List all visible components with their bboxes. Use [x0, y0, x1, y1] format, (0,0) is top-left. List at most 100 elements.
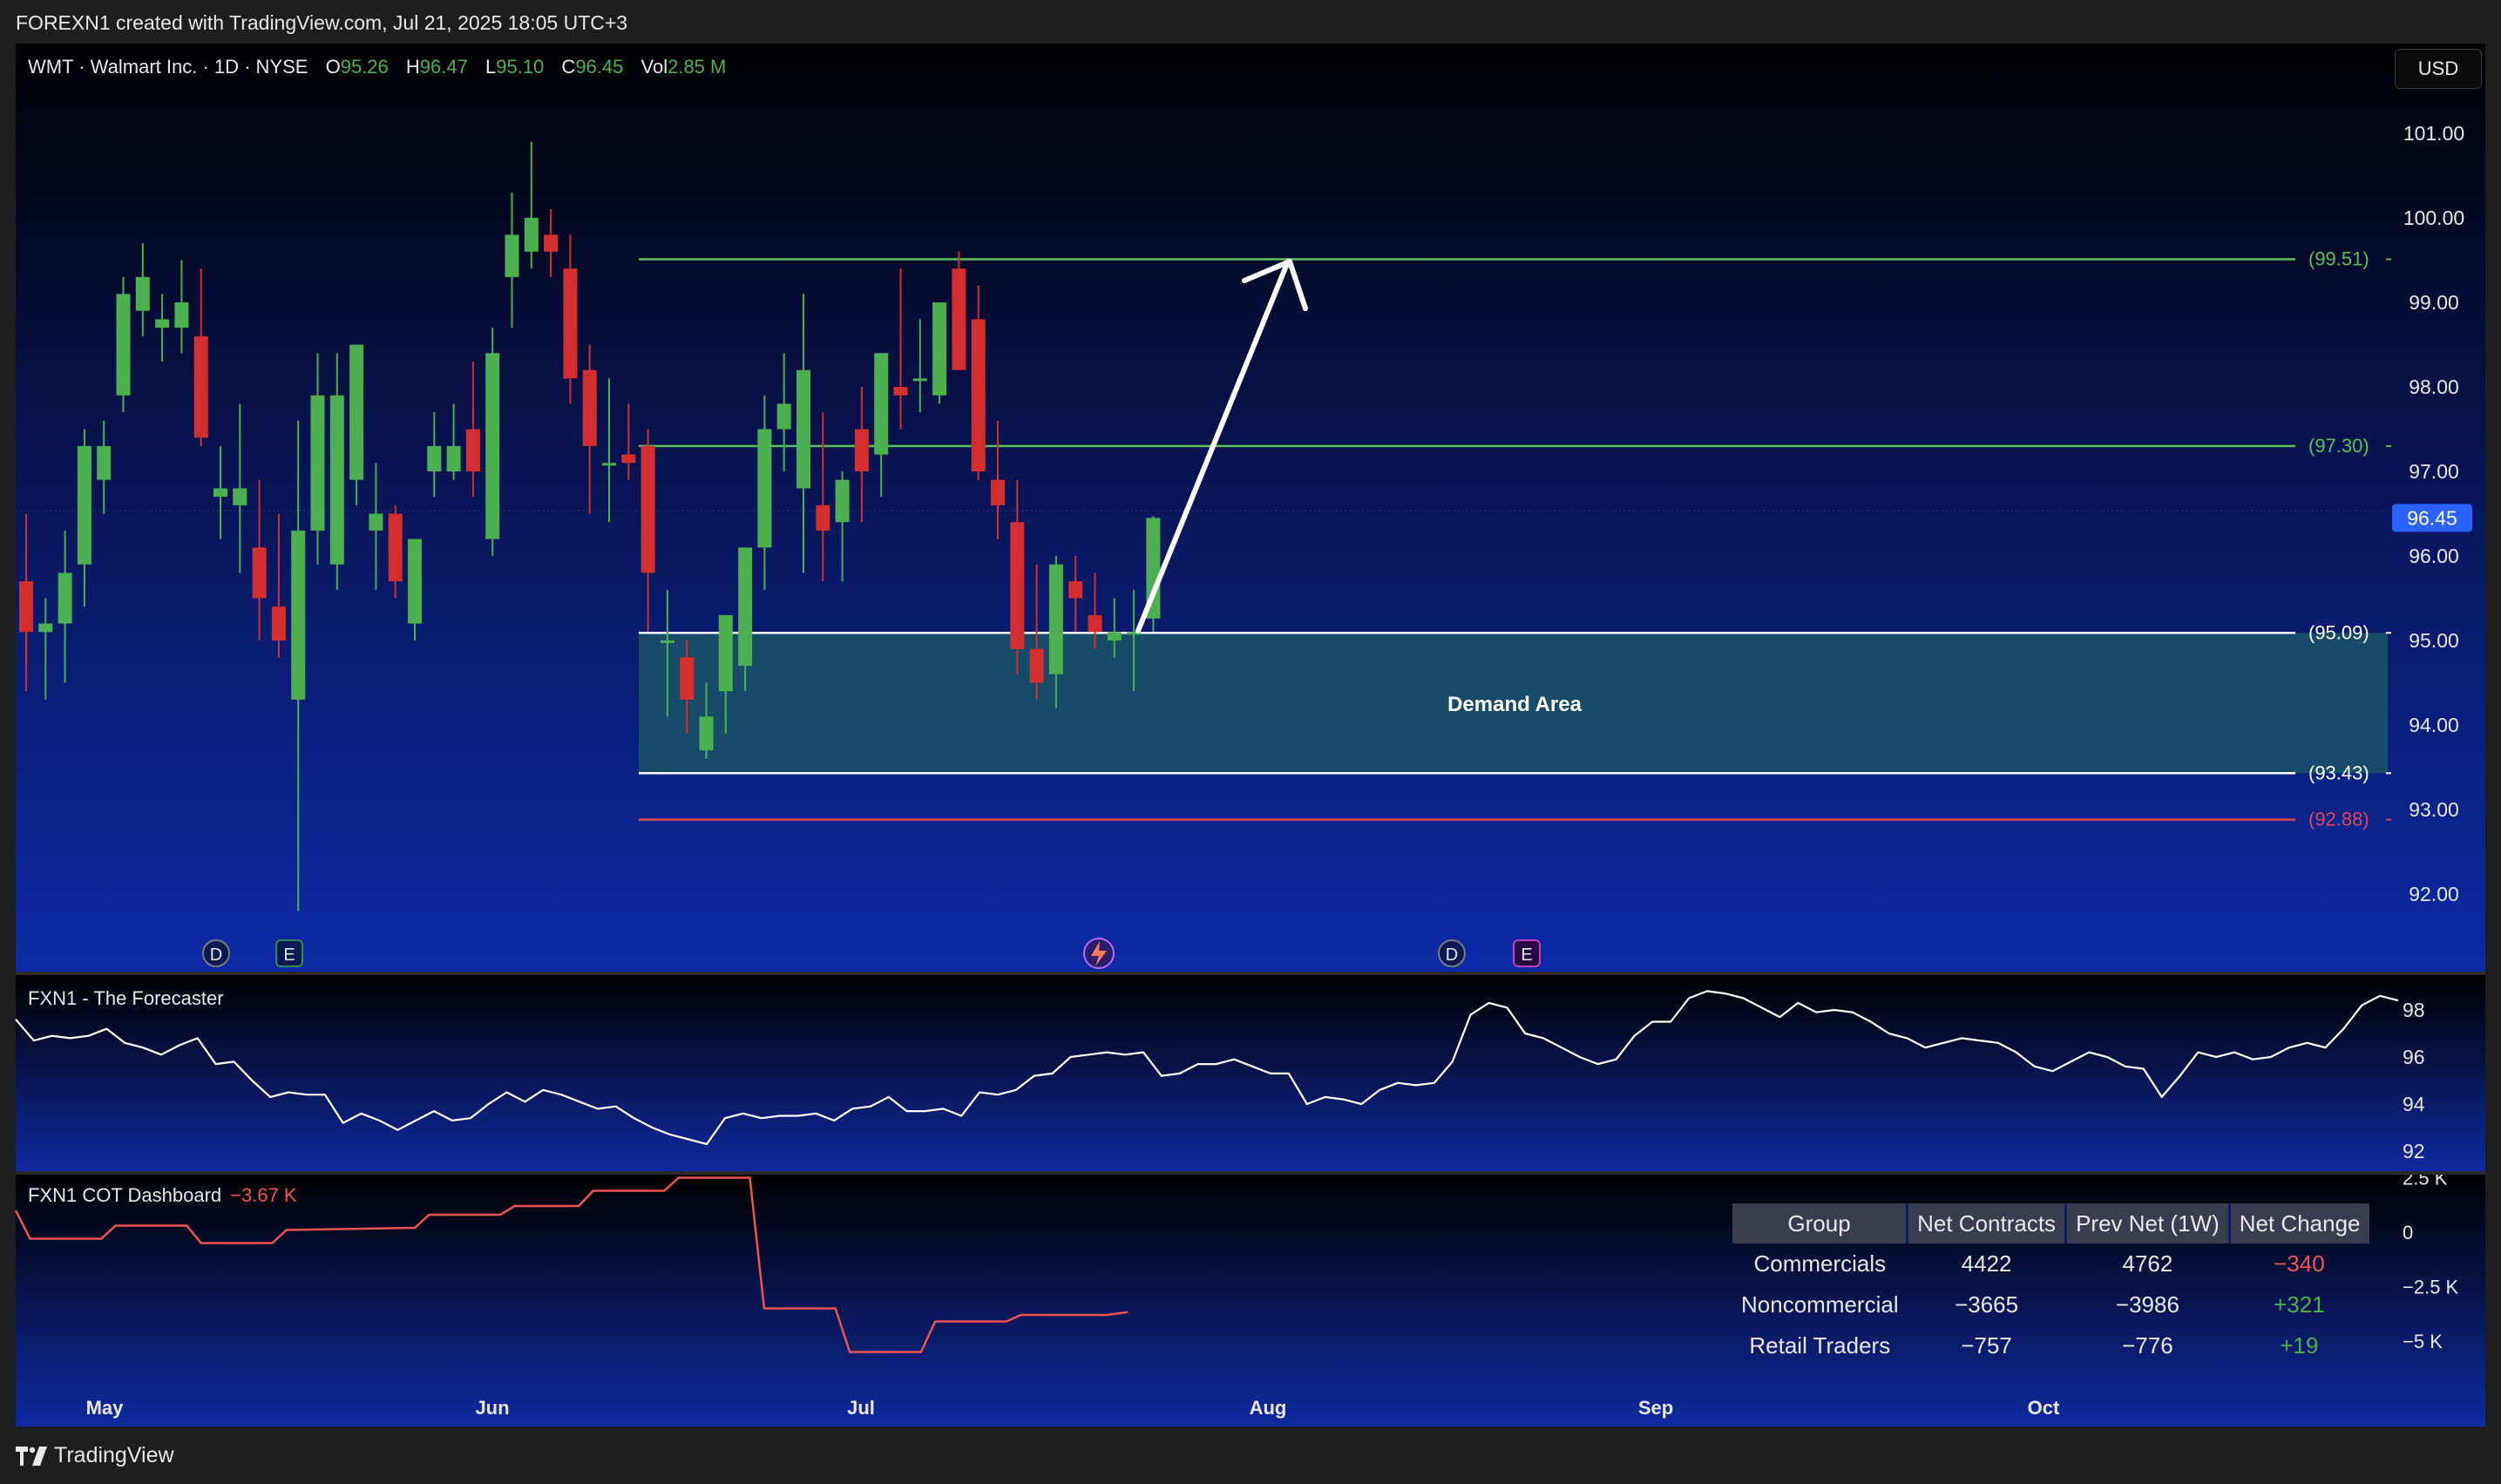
cot-header-prev: Prev Net (1W): [2065, 1203, 2231, 1243]
price-tick: 98.00: [2409, 376, 2459, 398]
candle-body: [465, 429, 480, 471]
candle-body: [602, 463, 616, 466]
level-95-09-label: (95.09): [2308, 621, 2369, 643]
level-97-30-label: (97.30): [2308, 435, 2369, 457]
candle-body: [835, 479, 850, 523]
cot-header-change: Net Change: [2229, 1203, 2369, 1243]
currency-button[interactable]: USD: [2395, 49, 2482, 89]
table-row: Retail Traders −757 −776 +19: [1732, 1325, 2369, 1366]
cot-cell-prev: −776: [2122, 1332, 2173, 1359]
candle-body: [991, 479, 1005, 505]
marker-letter: D: [1446, 945, 1458, 965]
candle-body: [19, 581, 33, 633]
price-tick: 100.00: [2403, 207, 2464, 229]
candle-body: [193, 335, 208, 438]
earnings-icon[interactable]: E: [275, 939, 303, 967]
candle-body: [427, 445, 442, 471]
high-label: H: [405, 56, 420, 78]
forecaster-pane-bg: [16, 976, 2485, 1172]
candle-body: [699, 716, 714, 751]
price-tick: 94.00: [2409, 714, 2459, 736]
cot-cell-prev: 4762: [2122, 1250, 2173, 1277]
cot-value: −3.67 K: [230, 1184, 297, 1206]
candle-body: [544, 234, 559, 252]
candle-body: [912, 378, 927, 382]
candle-body: [329, 395, 344, 565]
tradingview-brand: TradingView: [54, 1443, 174, 1467]
price-tick: 93.00: [2409, 798, 2459, 821]
forecaster-tick: 96: [2403, 1046, 2425, 1068]
candle-body: [796, 369, 810, 489]
time-tick-oct: Oct: [2028, 1397, 2060, 1419]
candle-body: [1029, 648, 1044, 683]
candle-body: [1010, 522, 1025, 649]
cot-cell-net: −757: [1961, 1332, 2012, 1359]
cot-cell-change: +19: [2280, 1332, 2319, 1359]
volume-label: Vol: [640, 56, 668, 78]
close-value: 96.45: [575, 56, 624, 78]
price-tick: 101.00: [2403, 122, 2464, 145]
candle-body: [1107, 632, 1122, 640]
level-93-43-label: (93.43): [2308, 762, 2369, 783]
time-tick-jul: Jul: [847, 1397, 875, 1419]
time-tick-may: May: [86, 1397, 125, 1419]
forecaster-tick: 98: [2403, 999, 2425, 1021]
candle-body: [893, 387, 908, 396]
main-pane-bg: [16, 44, 2485, 973]
high-value: 96.47: [419, 56, 468, 78]
candle-body: [408, 539, 422, 624]
candle-body: [135, 276, 150, 311]
dividend-icon[interactable]: D: [1438, 939, 1466, 967]
candle-body: [874, 353, 889, 455]
candle-body: [776, 403, 791, 430]
symbol-title: WMT · Walmart Inc. · 1D · NYSE: [28, 56, 308, 78]
candle-body: [1068, 581, 1083, 599]
forecaster-title[interactable]: FXN1 - The Forecaster: [28, 987, 224, 1010]
price-tick: 99.00: [2409, 291, 2459, 314]
candle-body: [369, 513, 383, 531]
candle-body: [505, 234, 519, 277]
table-row: Commercials 4422 4762 −340: [1732, 1243, 2369, 1284]
cot-header-group: Group: [1732, 1203, 1909, 1243]
cot-cell-prev: −3986: [2115, 1291, 2179, 1318]
symbol-legend[interactable]: WMT · Walmart Inc. · 1D · NYSE O95.26 H9…: [28, 56, 726, 78]
tradingview-icon: [16, 1446, 47, 1466]
price-tick: 92.00: [2409, 883, 2459, 905]
candle-body: [485, 353, 500, 539]
cot-title: FXN1 COT Dashboard: [28, 1184, 222, 1206]
candle-body: [524, 218, 539, 252]
candle-body: [932, 302, 947, 396]
event-lightning-icon[interactable]: [1083, 938, 1115, 969]
candle-body: [971, 319, 986, 471]
candle-body: [116, 294, 131, 396]
time-tick-sep: Sep: [1638, 1397, 1673, 1419]
current-price-label: 96.45: [2407, 506, 2457, 529]
candle-body: [271, 606, 286, 640]
price-tick: 97.00: [2409, 460, 2459, 483]
candle-body: [388, 513, 403, 582]
cot-cell-net: −3665: [1955, 1291, 2019, 1318]
candle-body: [310, 395, 325, 531]
candle-body: [563, 268, 578, 379]
candle-body: [1088, 614, 1102, 633]
candle-body: [349, 344, 364, 480]
cot-cell-group: Retail Traders: [1749, 1332, 1891, 1359]
candle-body: [77, 445, 92, 565]
candle-body: [854, 429, 869, 471]
dividend-icon[interactable]: D: [202, 939, 230, 967]
low-label: L: [485, 56, 497, 78]
candle-body: [621, 454, 636, 464]
demand-area-label: Demand Area: [1447, 693, 1582, 716]
candle-body: [252, 547, 267, 599]
candle-body: [446, 445, 461, 471]
candle-body: [738, 547, 753, 667]
candle-body: [582, 369, 597, 446]
tradingview-logo[interactable]: TradingView: [16, 1443, 174, 1468]
cot-cell-change: −340: [2274, 1250, 2325, 1277]
cot-title-row[interactable]: FXN1 COT Dashboard −3.67 K: [28, 1184, 297, 1207]
cot-tick: 2.5 K: [2403, 1168, 2448, 1189]
earnings-icon[interactable]: E: [1513, 939, 1541, 967]
candle-body: [58, 573, 72, 624]
bottom-bar: TradingView: [0, 1426, 2501, 1484]
demand-area[interactable]: Demand Area: [639, 633, 2388, 774]
